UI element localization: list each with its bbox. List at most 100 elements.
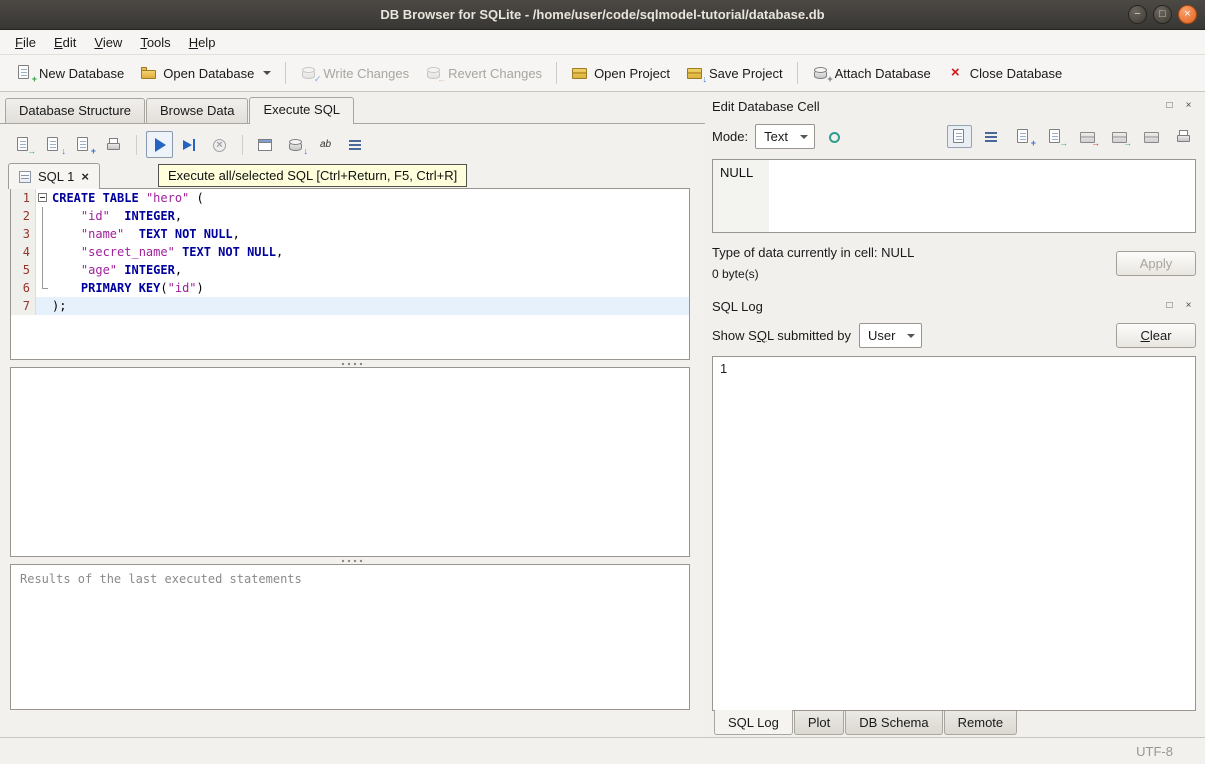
- open-database-dropdown-arrow[interactable]: [263, 71, 272, 75]
- print-cell-icon: [1175, 129, 1192, 145]
- code-line-7: 7);: [11, 297, 689, 315]
- tab-execute-sql[interactable]: Execute SQL: [249, 97, 355, 124]
- sql-keyword: PRIMARY KEY: [80, 281, 161, 295]
- tab-browse-data[interactable]: Browse Data: [146, 98, 249, 123]
- save-sql-file-icon-badge: ↓: [61, 145, 67, 156]
- results-grid[interactable]: [10, 367, 690, 557]
- open-cell-file-button[interactable]: →: [1043, 125, 1068, 148]
- dock-tab-db-schema[interactable]: DB Schema: [845, 711, 943, 735]
- clear-button[interactable]: Clear: [1116, 323, 1196, 348]
- revert-changes-icon: ←: [425, 65, 446, 84]
- close-button[interactable]: ×: [1178, 5, 1197, 24]
- find-replace-button[interactable]: ab: [312, 131, 339, 158]
- print-sql-button[interactable]: [100, 131, 127, 158]
- toolbar-separator: [556, 62, 558, 84]
- edit-cell-controls: Mode: Text + → → →: [712, 124, 1196, 149]
- sql-text: ,: [275, 245, 284, 259]
- auto-apply-button[interactable]: [822, 125, 847, 148]
- sql-log-close-icon[interactable]: ×: [1181, 299, 1196, 313]
- right-dock: Edit Database Cell □ × Mode: Text + → → → N…: [705, 92, 1205, 737]
- open-database-button[interactable]: Open Database: [132, 60, 279, 86]
- code-text[interactable]: "secret_name" TEXT NOT NULL,: [50, 243, 689, 261]
- menu-file[interactable]: File: [6, 32, 45, 53]
- menu-view[interactable]: View: [85, 32, 131, 53]
- menu-edit[interactable]: Edit: [45, 32, 85, 53]
- code-text[interactable]: "name" TEXT NOT NULL,: [50, 225, 689, 243]
- edit-cell-float-icon[interactable]: □: [1162, 99, 1177, 113]
- dock-tab-sql-log[interactable]: SQL Log: [714, 710, 793, 735]
- fold-marker: [36, 225, 50, 243]
- text-mode-button[interactable]: [947, 125, 972, 148]
- set-null-button[interactable]: [1139, 125, 1164, 148]
- import-cell-data-button[interactable]: →: [1075, 125, 1100, 148]
- execute-current-line-button[interactable]: [176, 131, 203, 158]
- sql-string: "age": [80, 263, 118, 277]
- word-wrap-button[interactable]: [342, 131, 369, 158]
- save-project-button[interactable]: ↓ Save Project: [678, 60, 791, 86]
- save-sql-file-icon: ↓: [45, 136, 66, 155]
- new-database-button[interactable]: + New Database: [8, 60, 132, 86]
- open-in-new-tab-button[interactable]: [252, 131, 279, 158]
- save-sql-file-button[interactable]: ↓: [40, 131, 67, 158]
- dock-tab-plot[interactable]: Plot: [793, 711, 845, 735]
- sql-tab[interactable]: SQL 1 ×: [8, 163, 100, 189]
- copy-cell-icon: +: [1015, 128, 1036, 147]
- cell-value-editor[interactable]: NULL: [712, 159, 1196, 233]
- word-wrap-cell-button[interactable]: [979, 125, 1004, 148]
- menu-tools[interactable]: Tools: [131, 32, 179, 53]
- edit-cell-close-icon[interactable]: ×: [1181, 99, 1196, 113]
- open-project-button[interactable]: Open Project: [563, 60, 678, 86]
- dock-tab-remote[interactable]: Remote: [943, 711, 1018, 735]
- fold-marker: [36, 243, 50, 261]
- set-null-icon: [1143, 129, 1160, 145]
- sql-text: );: [52, 299, 67, 313]
- revert-changes-label: Revert Changes: [448, 65, 543, 81]
- mode-combobox[interactable]: Text: [755, 124, 815, 149]
- close-database-button[interactable]: × Close Database: [939, 60, 1071, 86]
- open-sql-file-button[interactable]: →: [10, 131, 37, 158]
- toolbar-separator: [242, 134, 243, 155]
- titlebar[interactable]: DB Browser for SQLite - /home/user/code/…: [0, 0, 1205, 30]
- write-changes-icon-badge: ✓: [313, 74, 322, 84]
- save-sql-file-as-button[interactable]: +: [70, 131, 97, 158]
- write-changes-label: Write Changes: [323, 65, 410, 81]
- export-cell-data-button[interactable]: →: [1107, 125, 1132, 148]
- sql-log-area[interactable]: 1: [712, 356, 1196, 711]
- splitter-handle: [339, 558, 366, 563]
- code-line-5: 5 "age" INTEGER,: [11, 261, 689, 279]
- copy-cell-button[interactable]: +: [1011, 125, 1036, 148]
- revert-changes-icon-badge: ←: [437, 74, 447, 84]
- print-cell-button[interactable]: [1171, 125, 1196, 148]
- code-text[interactable]: PRIMARY KEY("id"): [50, 279, 689, 297]
- open-in-new-tab-icon: [257, 137, 274, 153]
- code-text[interactable]: );: [50, 297, 689, 315]
- code-text[interactable]: CREATE TABLE "hero" (: [50, 189, 689, 207]
- log-filter-combobox[interactable]: User: [859, 323, 923, 348]
- fold-marker[interactable]: [36, 189, 50, 207]
- maximize-button[interactable]: □: [1153, 5, 1172, 24]
- splitter-grid-results[interactable]: [0, 557, 705, 564]
- attach-database-button[interactable]: + Attach Database: [804, 60, 939, 86]
- execute-sql-pane: →↓+↓ab SQL 1 × 1CREATE TABLE "hero" (2 "…: [0, 123, 705, 737]
- sql-string: "id": [167, 281, 197, 295]
- minimize-button[interactable]: −: [1128, 5, 1147, 24]
- menu-help[interactable]: Help: [180, 32, 225, 53]
- save-results-button[interactable]: ↓: [282, 131, 309, 158]
- sql-editor[interactable]: 1 CREATE TABLE "hero" (2 "id" INTEGER, 3 "…: [10, 188, 690, 360]
- splitter-editor-grid[interactable]: [0, 360, 705, 367]
- dock-tab-bar: SQL Log Plot DB Schema Remote: [712, 710, 1196, 737]
- sql-log-float-icon[interactable]: □: [1162, 299, 1177, 313]
- code-text[interactable]: "age" INTEGER,: [50, 261, 689, 279]
- line-number: 6: [11, 279, 36, 297]
- sql-tab-close-icon[interactable]: ×: [81, 170, 89, 183]
- sql-tab-icon: [19, 170, 31, 183]
- code-text[interactable]: "id" INTEGER,: [50, 207, 689, 225]
- execution-status-pane: Results of the last executed statements: [10, 564, 690, 710]
- tab-database-structure[interactable]: Database Structure: [5, 98, 146, 123]
- execute-all-button[interactable]: [146, 131, 173, 158]
- line-number: 2: [11, 207, 36, 225]
